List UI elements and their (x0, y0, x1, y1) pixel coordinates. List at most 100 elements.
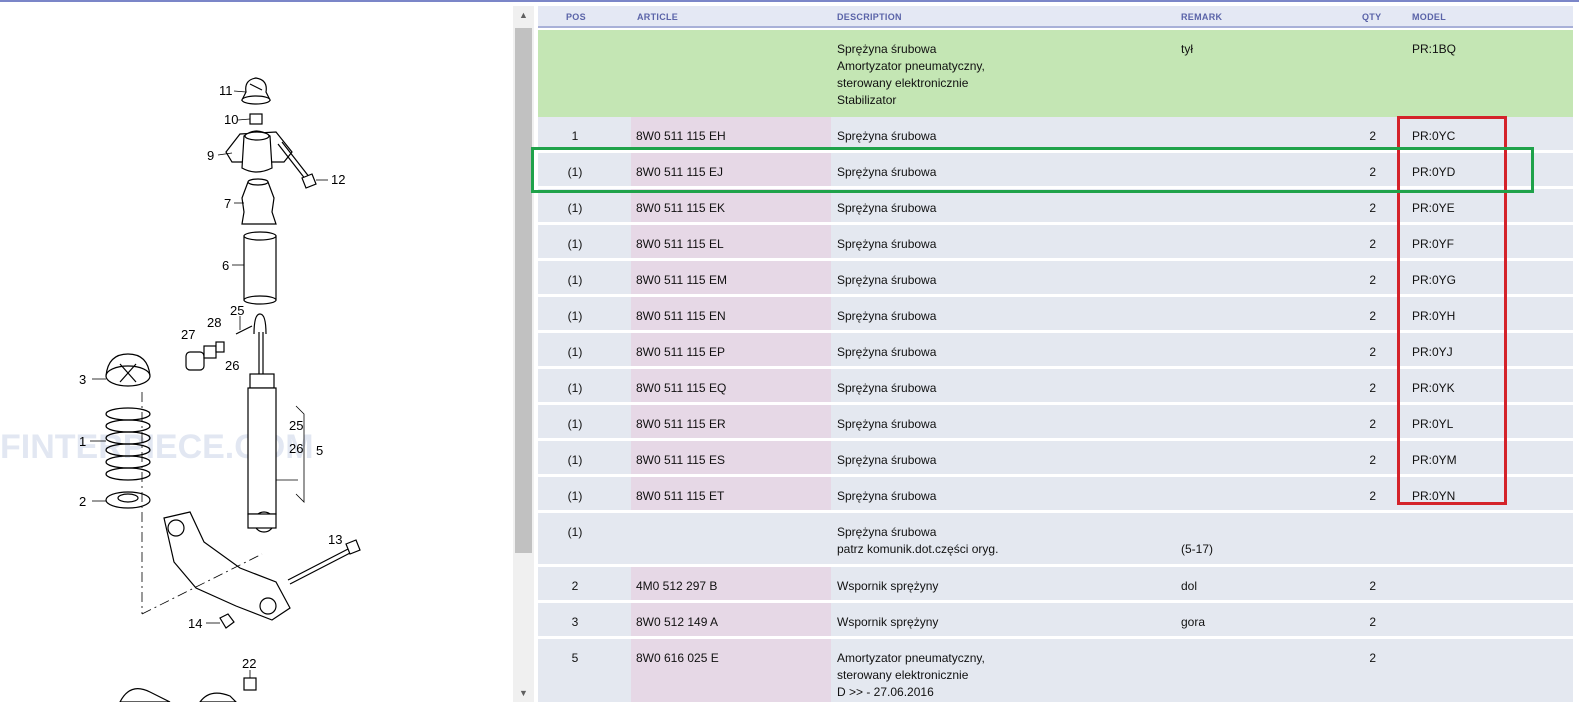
vertical-scrollbar[interactable]: ▲ ▼ (513, 6, 534, 702)
cell-description: Sprężyna śrubowa (837, 273, 937, 287)
cell-qty: 2 (1369, 237, 1376, 251)
cell-pos: 2 (571, 579, 579, 593)
cell-pos: (1) (567, 381, 583, 395)
cell-description: Sprężyna śrubowa (837, 489, 937, 503)
cell-article[interactable]: 8W0 511 115 ER (636, 416, 726, 433)
callout-1: 1 (79, 434, 86, 449)
callout-26-top: 26 (225, 358, 239, 373)
part-22-bolt[interactable] (119, 677, 257, 702)
callout-9: 9 (207, 148, 214, 163)
callout-13: 13 (328, 532, 342, 547)
scroll-thumb[interactable] (515, 28, 532, 553)
cell-pos: (1) (567, 345, 583, 359)
cell-description: Amortyzator pneumatyczny, sterowany elekt… (837, 651, 985, 699)
cell-pos: (1) (567, 201, 583, 215)
cell-article[interactable]: 8W0 616 025 E (636, 650, 719, 667)
header-remark[interactable]: REMARK (1181, 12, 1222, 22)
cell-qty: 2 (1369, 201, 1376, 215)
cell-remark: dol (1181, 579, 1198, 593)
cell-qty: 2 (1369, 615, 1376, 629)
cell-article[interactable]: 8W0 511 115 EN (636, 308, 726, 325)
cell-article[interactable]: 4M0 512 297 B (636, 578, 717, 595)
part-9-top-mount[interactable] (225, 130, 293, 173)
cell-remark: (5-17) (1181, 542, 1214, 556)
cell-description: Sprężyna śrubowa (837, 201, 937, 215)
callout-3: 3 (79, 372, 86, 387)
cell-qty: 2 (1369, 129, 1376, 143)
cell-article[interactable]: 8W0 511 115 EH (636, 128, 726, 145)
callout-6: 6 (222, 258, 229, 273)
callout-27: 27 (181, 327, 195, 342)
cell-description: Sprężyna śrubowa patrz komunik.dot.części… (837, 525, 999, 556)
part-6-boot[interactable] (243, 231, 277, 305)
cell-qty: 2 (1369, 345, 1376, 359)
table-row[interactable]: 3 8W0 512 149 A Wspornik sprężyny gora 2 (538, 603, 1573, 639)
cell-article[interactable]: 8W0 511 115 ES (636, 452, 725, 469)
cell-pos: (1) (567, 309, 583, 323)
cell-pos: 3 (571, 615, 579, 629)
header-model[interactable]: MODEL (1412, 12, 1446, 22)
suspension-diagram-svg: FINTERPIECE.COM 11 10 9 12 7 6 25 28 27 … (0, 77, 361, 702)
cell-pos: 5 (571, 651, 579, 665)
table-row-group-header[interactable]: Sprężyna śrubowa Amortyzator pneumatyczny… (538, 30, 1573, 121)
cell-article[interactable]: 8W0 511 115 EK (636, 200, 725, 217)
cell-pos: 1 (571, 129, 579, 143)
cell-article[interactable]: 8W0 511 115 EL (636, 236, 724, 253)
table-header: POS ARTICLE DESCRIPTION REMARK QTY MODEL (538, 6, 1573, 28)
part-2-lower-seat[interactable] (105, 491, 151, 509)
callout-25-top: 25 (230, 303, 244, 318)
cell-qty: 2 (1369, 453, 1376, 467)
cell-pos: (1) (567, 525, 583, 539)
part-10-nut[interactable] (249, 113, 263, 125)
cell-article[interactable]: 8W0 511 115 ET (636, 488, 724, 505)
part-7-bump-stop[interactable] (241, 178, 277, 225)
cell-description: Sprężyna śrubowa (837, 309, 937, 323)
cell-qty: 2 (1369, 381, 1376, 395)
cell-qty: 2 (1369, 417, 1376, 431)
callout-12: 12 (331, 172, 345, 187)
table-row[interactable]: 2 4M0 512 297 B Wspornik sprężyny dol 2 (538, 567, 1573, 603)
part-27-28-connector[interactable] (185, 341, 225, 371)
cell-pos: (1) (567, 489, 583, 503)
callout-28: 28 (207, 315, 221, 330)
header-pos[interactable]: POS (566, 12, 586, 22)
table-row[interactable]: 5 8W0 616 025 E Amortyzator pneumatyczny… (538, 639, 1573, 702)
cell-qty: 2 (1369, 489, 1376, 503)
cell-description: Sprężyna śrubowa (837, 345, 937, 359)
cell-article[interactable]: 8W0 511 115 EM (636, 272, 727, 289)
cell-pos: (1) (567, 417, 583, 431)
part-5-shock-absorber[interactable] (247, 373, 277, 533)
cell-description: Sprężyna śrubowa (837, 453, 937, 467)
cell-qty: 2 (1369, 651, 1376, 665)
header-qty[interactable]: QTY (1362, 12, 1381, 22)
cell-description: Sprężyna śrubowa (837, 417, 937, 431)
callout-11: 11 (219, 83, 233, 98)
callout-7: 7 (224, 196, 231, 211)
callout-25-bracket: 25 (289, 418, 303, 433)
callout-22: 22 (242, 656, 256, 671)
cell-article[interactable]: 8W0 511 115 EP (636, 344, 725, 361)
part-14-nut[interactable] (219, 613, 235, 629)
header-description[interactable]: DESCRIPTION (837, 12, 902, 22)
callout-26-bracket: 26 (289, 441, 303, 456)
table-row[interactable]: (1) Sprężyna śrubowa patrz komunik.dot.cz… (538, 513, 1573, 567)
parts-diagram: FINTERPIECE.COM 11 10 9 12 7 6 25 28 27 … (0, 2, 512, 702)
cell-description: Sprężyna śrubowa Amortyzator pneumatyczny… (837, 42, 985, 107)
scroll-up-arrow-icon[interactable]: ▲ (513, 6, 534, 24)
callout-10: 10 (224, 112, 238, 127)
scroll-down-arrow-icon[interactable]: ▼ (513, 684, 534, 702)
part-13-bolt[interactable] (287, 539, 361, 585)
header-article[interactable]: ARTICLE (637, 12, 678, 22)
cell-article[interactable]: 8W0 512 149 A (636, 614, 718, 631)
cell-description: Sprężyna śrubowa (837, 129, 937, 143)
cell-qty: 2 (1369, 273, 1376, 287)
cell-qty: 2 (1369, 579, 1376, 593)
cell-pos: (1) (567, 237, 583, 251)
shock-rod (235, 313, 267, 374)
cell-remark: tył (1181, 42, 1193, 56)
cell-article[interactable]: 8W0 511 115 EQ (636, 380, 726, 397)
callout-14: 14 (188, 616, 202, 631)
part-3-upper-seat[interactable] (105, 353, 151, 387)
cell-pos: (1) (567, 273, 583, 287)
part-11-cap[interactable] (241, 77, 271, 105)
